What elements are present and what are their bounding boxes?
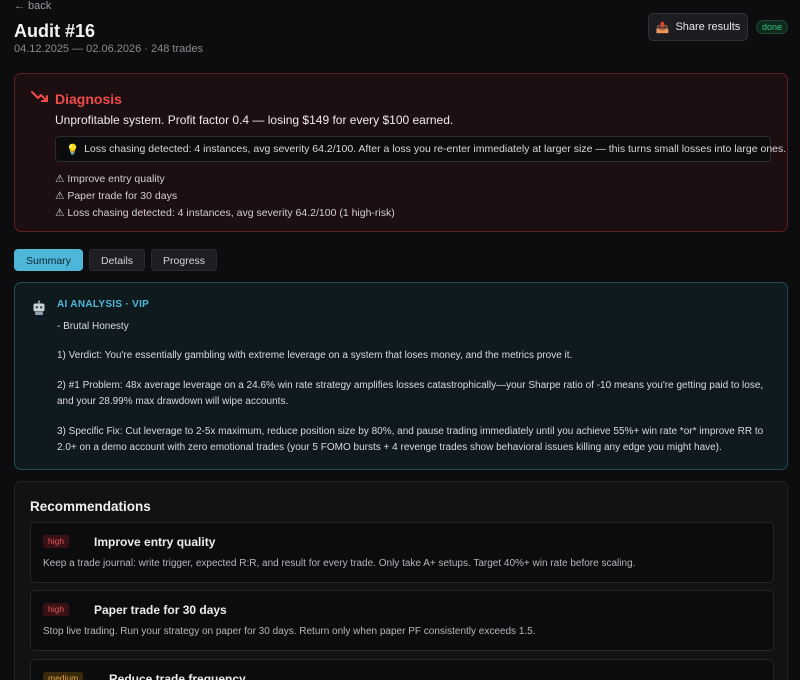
trend-down-icon	[31, 91, 48, 102]
diagnosis-summary: Unprofitable system. Profit factor 0.4 —…	[55, 113, 454, 127]
ai-analysis-title: AI ANALYSIS · VIP	[57, 299, 150, 310]
tab-bar: Summary Details Progress	[14, 249, 218, 271]
share-tray-icon: 📤	[655, 21, 670, 34]
priority-badge: medium	[43, 672, 84, 680]
warning-item: ⚠ Loss chasing detected: 4 instances, av…	[55, 207, 395, 219]
ai-paragraph: - Brutal Honesty	[57, 321, 129, 332]
share-button-label: Share results	[675, 21, 741, 33]
recommendation-card: high Improve entry quality Keep a trade …	[30, 522, 774, 583]
recommendation-description: Keep a trade journal: write trigger, exp…	[43, 558, 636, 569]
recommendation-title: Improve entry quality	[94, 535, 216, 549]
diagnosis-title: Diagnosis	[55, 91, 122, 107]
ai-analysis-body: - Brutal Honesty 1) Verdict: You're esse…	[57, 319, 773, 470]
recommendations-title: Recommendations	[30, 499, 151, 514]
warning-list: ⚠ Improve entry quality ⚠ Paper trade fo…	[55, 171, 395, 222]
priority-badge: high	[43, 535, 70, 548]
tab-summary[interactable]: Summary	[14, 249, 83, 271]
warning-item: ⚠ Paper trade for 30 days	[55, 190, 178, 202]
lightbulb-icon: 💡	[66, 143, 80, 156]
warning-item: ⚠ Improve entry quality	[55, 173, 165, 185]
recommendation-title: Reduce trade frequency	[109, 672, 246, 680]
robot-icon	[33, 300, 45, 315]
status-badge: done	[756, 20, 789, 34]
recommendation-title: Paper trade for 30 days	[94, 603, 227, 617]
tab-progress[interactable]: Progress	[151, 249, 218, 271]
audit-subtitle: 04.12.2025 — 02.06.2026 · 248 trades	[14, 43, 203, 55]
recommendations-panel: Recommendations high Improve entry quali…	[14, 481, 788, 680]
ai-paragraph: 1) Verdict: You're essentially gambling …	[57, 349, 573, 361]
diagnosis-panel: Diagnosis Unprofitable system. Profit fa…	[14, 73, 788, 232]
priority-badge: high	[43, 603, 70, 616]
back-link[interactable]: ← back	[14, 0, 51, 12]
insight-text: Loss chasing detected: 4 instances, avg …	[84, 143, 787, 155]
tab-details[interactable]: Details	[88, 249, 146, 271]
recommendation-description: Stop live trading. Run your strategy on …	[43, 626, 536, 637]
recommendation-card: medium Reduce trade frequency	[30, 659, 774, 680]
share-results-button[interactable]: 📤 Share results	[648, 13, 748, 41]
ai-analysis-card: AI ANALYSIS · VIP - Brutal Honesty 1) Ve…	[14, 282, 788, 470]
ai-paragraph: 2) #1 Problem: 48x average leverage on a…	[57, 380, 764, 407]
recommendation-card: high Paper trade for 30 days Stop live t…	[30, 590, 774, 651]
insight-box: 💡 Loss chasing detected: 4 instances, av…	[55, 136, 786, 162]
page-title: Audit #16	[14, 21, 96, 41]
ai-paragraph: 3) Specific Fix: Cut leverage to 2-5x ma…	[57, 426, 764, 453]
